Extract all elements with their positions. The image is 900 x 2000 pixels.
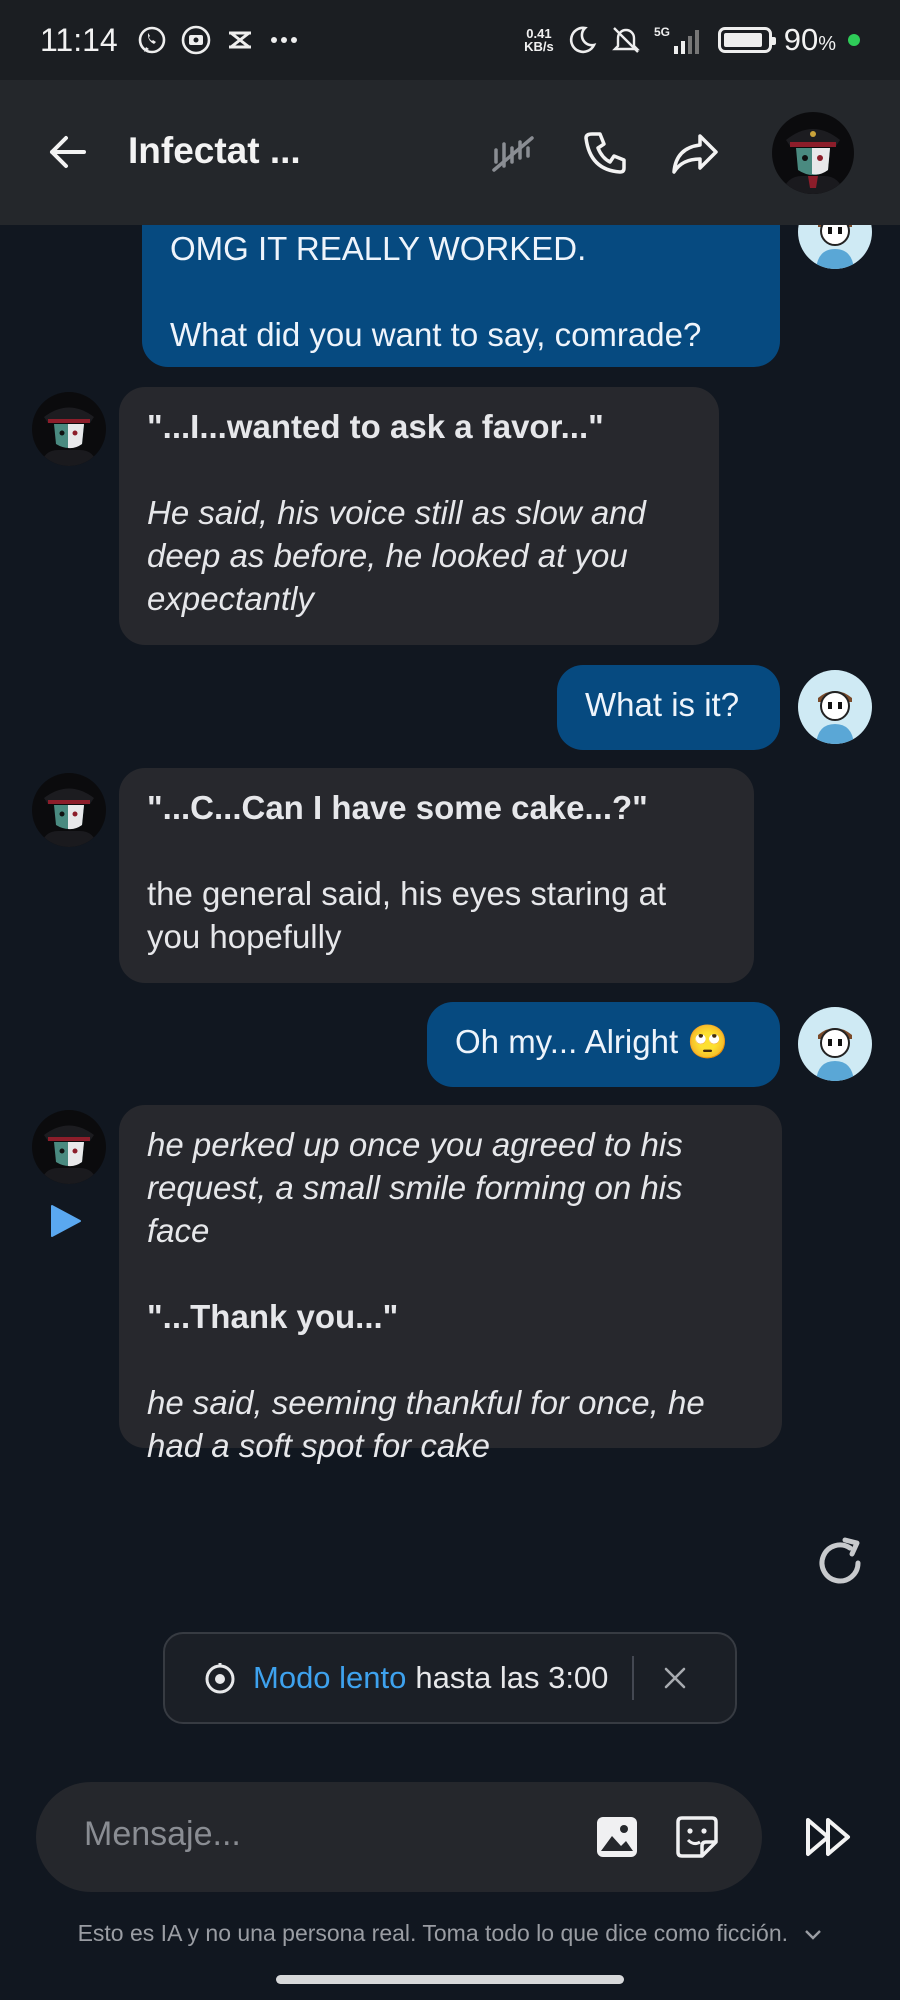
regenerate-icon[interactable] <box>812 1535 868 1591</box>
signal-icon: 5G <box>654 24 706 56</box>
battery-icon <box>717 27 776 53</box>
status-left: 11:14 <box>40 22 300 59</box>
timer-icon <box>205 1663 235 1694</box>
message-text: the general said, his eyes staring at yo… <box>147 875 667 955</box>
message-text: "...Thank you..." <box>147 1298 399 1335</box>
user-avatar[interactable] <box>798 1007 872 1081</box>
message-text: he said, seeming thankful for once, he h… <box>147 1384 705 1464</box>
character-message[interactable]: "...I...wanted to ask a favor..." He sai… <box>119 387 719 645</box>
battery-percent: 90 <box>783 22 819 57</box>
message-text: "...I...wanted to ask a favor..." <box>147 408 604 445</box>
character-message[interactable]: he perked up once you agreed to his requ… <box>119 1105 782 1464</box>
user-message[interactable]: What is it? <box>557 665 780 750</box>
character-avatar[interactable] <box>772 112 854 194</box>
sticker-icon[interactable] <box>674 1814 720 1860</box>
play-audio-icon[interactable] <box>48 1203 84 1239</box>
chat-messages[interactable]: OMG IT REALLY WORKED. What did you want … <box>0 225 900 1760</box>
net-speed: 0.41 KB/s <box>524 27 554 53</box>
message-text: OMG IT REALLY WORKED. <box>170 230 587 267</box>
share-icon[interactable] <box>670 128 720 178</box>
message-text: What did you want to say, comrade? <box>170 316 702 353</box>
character-message[interactable]: "...C...Can I have some cake...?" the ge… <box>119 768 754 983</box>
app-notification-icon <box>180 24 212 56</box>
privacy-indicator <box>848 34 860 46</box>
net-speed-unit: KB/s <box>524 39 554 54</box>
capcut-icon <box>224 24 256 56</box>
message-text: What is it? <box>585 686 740 723</box>
character-avatar[interactable] <box>32 773 106 847</box>
ai-disclaimer: Esto es IA y no una persona real. Toma t… <box>0 1920 900 1947</box>
slow-mode-until: hasta las 3:00 <box>415 1660 609 1695</box>
user-avatar[interactable] <box>798 670 872 744</box>
status-right: 0.41 KB/s 5G 90% <box>524 22 860 58</box>
close-icon[interactable] <box>660 1663 690 1693</box>
message-text: "...C...Can I have some cake...?" <box>147 789 648 826</box>
alarm-off-icon <box>610 24 642 56</box>
mute-voice-icon[interactable] <box>488 128 538 178</box>
back-arrow-icon[interactable] <box>46 130 90 174</box>
user-avatar[interactable] <box>798 225 872 269</box>
user-message[interactable]: Oh my... Alright 🙄 <box>427 1002 780 1087</box>
status-bar: 11:14 0.41 KB/s 5G 90% <box>0 0 900 80</box>
fast-forward-send-icon[interactable] <box>802 1810 856 1864</box>
phone-icon[interactable] <box>580 128 630 178</box>
character-avatar[interactable] <box>32 392 106 466</box>
slow-mode-link[interactable]: Modo lento <box>253 1660 406 1696</box>
battery-percent-unit: % <box>818 33 836 55</box>
chat-header: Infectat ... <box>0 80 900 225</box>
message-input[interactable]: Mensaje... <box>36 1782 762 1892</box>
home-indicator[interactable] <box>276 1975 624 1984</box>
moon-icon <box>566 24 598 56</box>
character-avatar[interactable] <box>32 1110 106 1184</box>
user-message[interactable]: OMG IT REALLY WORKED. What did you want … <box>142 225 780 367</box>
slow-mode-banner: Modo lento hasta las 3:00 <box>163 1632 737 1724</box>
message-text: He said, his voice still as slow and dee… <box>147 494 646 617</box>
chat-title[interactable]: Infectat ... <box>128 130 301 172</box>
message-text: he perked up once you agreed to his requ… <box>147 1126 683 1249</box>
message-placeholder: Mensaje... <box>84 1815 241 1853</box>
more-notifications-icon <box>268 24 300 56</box>
image-icon[interactable] <box>594 1814 640 1860</box>
status-time: 11:14 <box>40 21 118 58</box>
divider <box>632 1656 635 1700</box>
message-text: Oh my... Alright 🙄 <box>455 1023 729 1060</box>
disclaimer-text: Esto es IA y no una persona real. Toma t… <box>77 1920 789 1946</box>
battery-text: 90% <box>784 22 836 58</box>
network-label: 5G <box>654 25 670 39</box>
whatsapp-icon <box>136 24 168 56</box>
chevron-down-icon[interactable] <box>804 1929 822 1941</box>
